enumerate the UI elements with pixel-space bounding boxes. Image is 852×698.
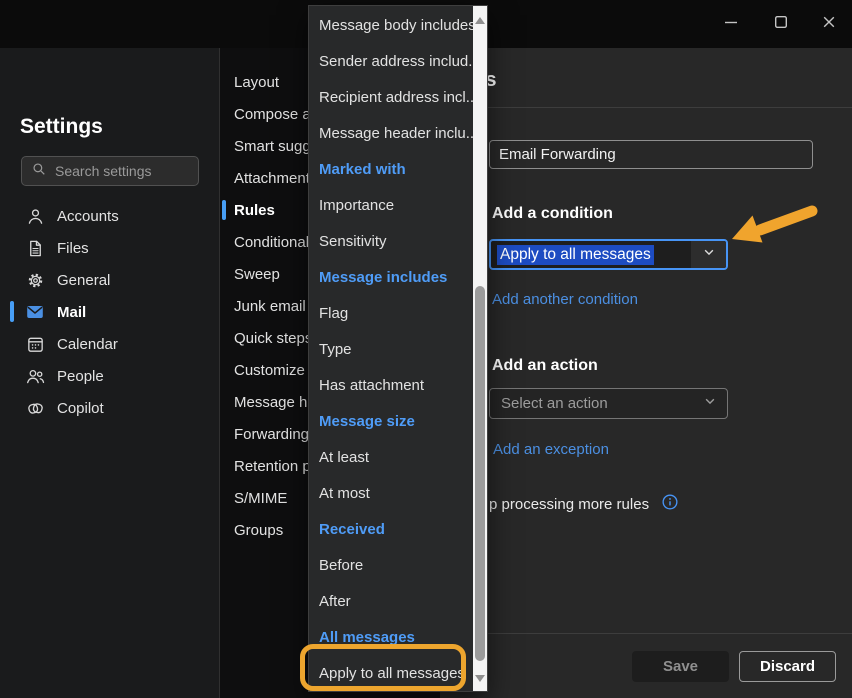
sidebar-item-calendar[interactable]: Calendar [0,328,220,360]
person-icon [25,206,45,226]
stop-processing-label: p processing more rules [489,496,649,513]
action-select-placeholder: Select an action [501,395,608,412]
people-icon [25,366,45,386]
file-icon [25,238,45,258]
condition-group-header-all-messages: All messages [309,619,473,655]
selected-indicator [222,200,226,220]
search-input[interactable] [55,163,193,179]
sidebar-item-label: Calendar [57,336,118,353]
settings-sidebar: Settings Accounts Files General Mail Calenda… [0,48,220,698]
rules-panel: Rules Add a condition Apply to all messa… [440,48,852,698]
condition-option-apply-to-all-messages[interactable]: Apply to all messages [309,655,473,691]
condition-option-before[interactable]: Before [309,547,473,583]
condition-option-after[interactable]: After [309,583,473,619]
selected-condition-value: Apply to all messages [497,245,654,265]
condition-option-message-body-includes[interactable]: Message body includes [309,7,473,43]
sidebar-item-label: Copilot [57,400,104,417]
sidebar-item-label: Mail [57,304,86,321]
mail-settings-item-label: Layout [234,74,279,91]
condition-group-header-marked-with: Marked with [309,151,473,187]
rule-name-field [489,140,813,169]
chevron-down-icon [703,394,717,413]
add-action-label: Add an action [492,357,598,375]
sidebar-item-label: General [57,272,110,289]
scroll-down-arrow-icon[interactable] [475,675,485,682]
calendar-icon [25,334,45,354]
chevron-down-icon [702,245,716,264]
info-icon[interactable] [661,493,679,516]
action-select-chevron-button[interactable] [692,389,727,418]
condition-dropdown-menu: Message body includesSender address incl… [308,5,488,692]
mail-settings-item-label: Attachments [234,170,317,187]
maximize-icon [771,12,791,37]
mail-settings-item-label: Forwarding [234,426,309,443]
sidebar-nav: Accounts Files General Mail Calendar People Co… [0,200,220,424]
condition-select-chevron-button[interactable] [691,241,726,268]
mail-settings-item-label: Junk email [234,298,306,315]
sidebar-item-label: Accounts [57,208,119,225]
sidebar-item-files[interactable]: Files [0,232,220,264]
condition-group-header-received: Received [309,511,473,547]
condition-option-importance[interactable]: Importance [309,187,473,223]
footer-divider [440,633,852,634]
mail-icon [25,302,45,322]
condition-group-header-message-size: Message size [309,403,473,439]
close-button[interactable] [817,13,841,35]
condition-option-at-least[interactable]: At least [309,439,473,475]
rule-name-input[interactable] [490,141,812,168]
add-another-condition-link[interactable]: Add another condition [492,291,638,308]
mail-settings-item-label: S/MIME [234,490,287,507]
condition-option-at-most[interactable]: At most [309,475,473,511]
condition-option-type[interactable]: Type [309,331,473,367]
sidebar-item-people[interactable]: People [0,360,220,392]
minimize-icon [721,12,741,37]
condition-option-flag[interactable]: Flag [309,295,473,331]
sidebar-item-general[interactable]: General [0,264,220,296]
condition-option-has-attachment[interactable]: Has attachment [309,367,473,403]
condition-option-sensitivity[interactable]: Sensitivity [309,223,473,259]
condition-option-sender-address-includ[interactable]: Sender address includ... [309,43,473,79]
maximize-button[interactable] [769,13,793,35]
selected-indicator [10,301,14,322]
mail-settings-item-label: Rules [234,202,275,219]
close-icon [819,12,839,37]
minimize-button[interactable] [719,13,743,35]
condition-option-recipient-address-incl[interactable]: Recipient address incl... [309,79,473,115]
condition-option-message-header-inclu[interactable]: Message header inclu... [309,115,473,151]
discard-button[interactable]: Discard [739,651,836,682]
search-icon [31,161,47,182]
menu-scrollbar[interactable] [473,6,487,691]
gear-icon [25,270,45,290]
condition-select[interactable]: Apply to all messages [489,239,728,270]
add-exception-link[interactable]: Add an exception [493,441,609,458]
scroll-up-arrow-icon[interactable] [475,17,485,24]
sidebar-item-mail[interactable]: Mail [0,296,220,328]
mail-settings-item-label: Quick steps [234,330,312,347]
condition-group-header-message-includes: Message includes [309,259,473,295]
stop-processing-row: p processing more rules [489,493,679,516]
menu-scrollbar-thumb[interactable] [475,286,485,661]
settings-search-box[interactable] [21,156,199,186]
settings-page-title: Settings [20,115,103,139]
heading-divider [440,107,852,108]
copilot-icon [25,398,45,418]
sidebar-item-copilot[interactable]: Copilot [0,392,220,424]
save-button[interactable]: Save [632,651,729,682]
mail-settings-item-label: Sweep [234,266,280,283]
mail-settings-item-label: Groups [234,522,283,539]
sidebar-item-label: Files [57,240,89,257]
sidebar-item-accounts[interactable]: Accounts [0,200,220,232]
add-condition-label: Add a condition [492,205,613,223]
condition-menu-list: Message body includesSender address incl… [309,6,473,691]
sidebar-item-label: People [57,368,104,385]
action-select[interactable]: Select an action [489,388,728,419]
